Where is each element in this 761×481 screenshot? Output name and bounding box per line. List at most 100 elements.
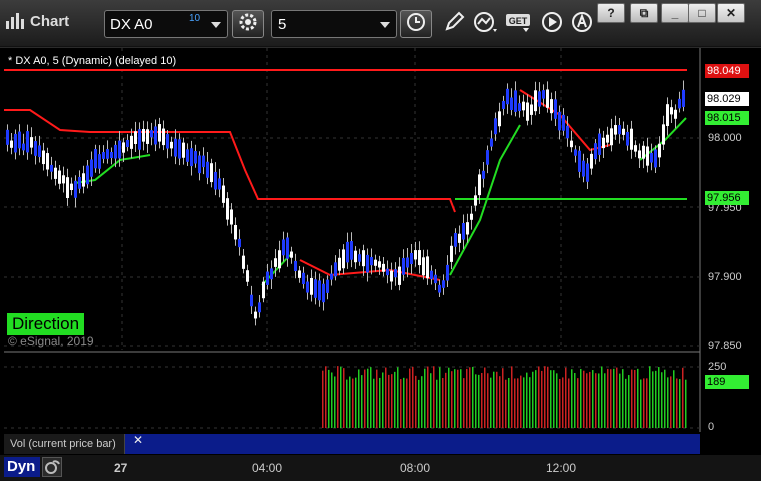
candle-body <box>578 150 581 172</box>
candle-body <box>514 90 517 112</box>
candle-body <box>302 272 305 285</box>
price-tick: 98.000 <box>708 132 742 144</box>
candle-body <box>510 97 513 110</box>
candle-body <box>170 141 173 149</box>
candle-body <box>418 250 421 266</box>
candle-body <box>262 281 265 299</box>
lock-icon[interactable] <box>42 457 62 477</box>
close-button[interactable]: ✕ <box>717 3 745 23</box>
volume-bar <box>364 369 366 428</box>
volume-bar <box>535 370 537 428</box>
price-chart[interactable] <box>0 48 761 460</box>
candle-body <box>46 153 49 170</box>
candle-body <box>550 99 553 114</box>
volume-bar <box>505 379 507 428</box>
volume-bar <box>406 378 408 428</box>
volume-bar <box>559 378 561 428</box>
price-tag-green-upper: 98.015 <box>705 111 749 125</box>
time-label: 12:00 <box>546 461 577 475</box>
candle-body <box>182 142 185 158</box>
draw-button[interactable] <box>440 10 468 38</box>
candle-body <box>654 149 657 168</box>
volume-bar <box>346 379 348 428</box>
candle-body <box>314 279 317 298</box>
volume-bar <box>490 377 492 428</box>
volume-bar <box>544 366 546 428</box>
candle-body <box>162 128 165 146</box>
volume-bar <box>664 369 666 428</box>
volume-bar <box>601 366 603 428</box>
candle-body <box>522 101 525 111</box>
candle-body <box>238 238 241 248</box>
candle-body <box>442 280 445 288</box>
candle-body <box>298 270 301 278</box>
candle-body <box>594 143 597 160</box>
time-button[interactable] <box>400 10 432 38</box>
help-button[interactable]: ? <box>597 3 625 23</box>
candle-body <box>670 107 673 115</box>
volume-bar <box>616 367 618 428</box>
maximize-button[interactable]: □ <box>688 3 716 23</box>
chevron-down-icon[interactable] <box>380 22 390 28</box>
candle-body <box>586 163 589 182</box>
dyn-button[interactable]: Dyn <box>4 457 40 477</box>
candle-body <box>90 159 93 177</box>
chevron-down-icon[interactable] <box>211 22 221 28</box>
get-button[interactable]: GET <box>505 10 533 38</box>
restore-window-button[interactable]: ⧉ <box>630 3 658 23</box>
candle-body <box>278 250 281 269</box>
volume-bar <box>589 371 591 428</box>
volume-bar <box>433 366 435 428</box>
volume-bar <box>397 367 399 428</box>
volume-bar <box>631 369 633 428</box>
candle-body <box>74 180 77 198</box>
settings-button[interactable] <box>232 10 264 38</box>
close-study-icon[interactable]: ✕ <box>133 433 143 447</box>
candle-body <box>494 118 497 135</box>
volume-bar <box>469 367 471 428</box>
candle-body <box>450 245 453 262</box>
volume-bar <box>604 373 606 428</box>
candle-body <box>306 281 309 293</box>
volume-bar <box>409 368 411 428</box>
get-icon: GET <box>505 11 533 38</box>
candle-body <box>106 149 109 159</box>
interval-value: 5 <box>278 16 287 33</box>
candle-body <box>466 222 469 235</box>
volume-bar <box>394 371 396 428</box>
candle-body <box>374 259 377 266</box>
stop-line-red <box>4 109 456 213</box>
candle-body <box>78 176 81 189</box>
studies-button[interactable] <box>472 10 500 38</box>
volume-bar <box>382 372 384 428</box>
play-button[interactable] <box>538 10 566 38</box>
candle-body <box>70 183 73 191</box>
candle-body <box>334 262 337 277</box>
volume-bar <box>685 379 687 428</box>
candle-body <box>338 257 341 271</box>
candle-body <box>486 150 489 165</box>
volume-bar <box>529 377 531 428</box>
chart-panel[interactable] <box>0 48 761 460</box>
volume-bar <box>640 379 642 428</box>
volume-tag-current: 189 <box>705 375 749 389</box>
volume-bar <box>487 373 489 428</box>
volume-bar <box>550 370 552 428</box>
volume-study-title[interactable]: Vol (current price bar) <box>4 434 125 454</box>
candle-body <box>526 102 529 121</box>
alert-button[interactable] <box>568 10 596 38</box>
volume-bar <box>352 378 354 428</box>
interval-select[interactable]: 5 <box>271 10 397 38</box>
candle-body <box>538 91 541 107</box>
volume-bar <box>355 377 357 428</box>
volume-bar <box>448 367 450 428</box>
minimize-button[interactable]: _ <box>661 3 689 23</box>
symbol-input[interactable]: DX A0 10 <box>104 10 228 38</box>
study-icon <box>473 11 499 38</box>
volume-bar <box>385 367 387 428</box>
volume-bar <box>511 366 513 428</box>
candle-body <box>598 133 601 155</box>
volume-bar <box>484 367 486 428</box>
candle-body <box>602 137 605 149</box>
volume-bar <box>499 376 501 428</box>
